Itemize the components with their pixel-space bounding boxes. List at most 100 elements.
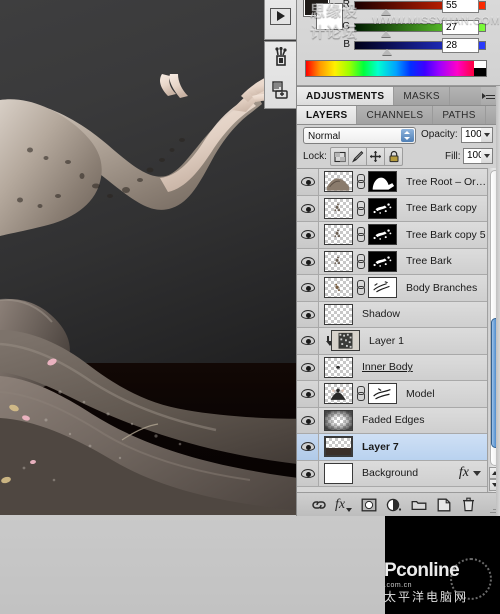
- layer-visibility-toggle[interactable]: [297, 248, 319, 274]
- spectrum-black-swatch[interactable]: [474, 68, 486, 76]
- layer-thumbnail[interactable]: [324, 277, 353, 299]
- layer-visibility-toggle[interactable]: [297, 169, 319, 195]
- link-thumbnails-icon[interactable]: [356, 253, 365, 269]
- layer-thumbnail[interactable]: [324, 436, 353, 458]
- lock-position-button[interactable]: [366, 147, 385, 166]
- color-spectrum-ramp[interactable]: [305, 60, 487, 77]
- tab-masks[interactable]: MASKS: [394, 87, 450, 105]
- table-row[interactable]: Tree Bark copy 5: [297, 222, 487, 249]
- layer-name[interactable]: Background: [353, 467, 459, 479]
- opacity-dropdown-button[interactable]: [481, 127, 493, 143]
- tool-strip-group-top[interactable]: [264, 0, 297, 40]
- layer-name[interactable]: Inner Body: [353, 361, 487, 373]
- new-adjustment-layer-button[interactable]: [381, 494, 406, 516]
- quick-mask-button[interactable]: [265, 42, 296, 74]
- layer-visibility-toggle[interactable]: [297, 434, 319, 460]
- layers-panel[interactable]: Normal Opacity: 100% Lock: Fill: 100% Tr…: [297, 125, 500, 516]
- tab-paths[interactable]: PATHS: [433, 106, 486, 124]
- layer-list[interactable]: Tree Root – Origina...: [297, 168, 500, 492]
- chevron-updown-icon[interactable]: [401, 129, 414, 142]
- table-row[interactable]: Body Branches: [297, 275, 487, 302]
- right-panel-dock[interactable]: R 55 G 27 B 28 ADJUSTMENTS MASKS LAYERS …: [296, 0, 500, 516]
- lock-transparent-pixels-button[interactable]: [330, 147, 349, 166]
- screen-mode-button[interactable]: [265, 74, 296, 106]
- table-row[interactable]: Layer 7: [297, 434, 487, 461]
- layer-thumbnail[interactable]: [324, 462, 353, 484]
- layer-effects-indicator[interactable]: fx: [459, 465, 473, 481]
- layer-visibility-toggle[interactable]: [297, 328, 319, 354]
- layer-name[interactable]: Tree Root – Origina...: [397, 176, 487, 188]
- layer-name[interactable]: Body Branches: [397, 282, 487, 294]
- layer-visibility-toggle[interactable]: [297, 301, 319, 327]
- link-thumbnails-icon[interactable]: [356, 174, 365, 190]
- tab-layers[interactable]: LAYERS: [297, 106, 358, 124]
- table-row[interactable]: Model: [297, 381, 487, 408]
- tab-channels[interactable]: CHANNELS: [357, 106, 434, 124]
- layer-thumbnail[interactable]: [324, 409, 353, 431]
- layer-name[interactable]: Tree Bark copy 5: [397, 229, 487, 241]
- layer-visibility-toggle[interactable]: [297, 381, 319, 407]
- slider-value-r[interactable]: 55: [442, 0, 479, 13]
- layer-name[interactable]: Model: [397, 388, 487, 400]
- slider-value-b[interactable]: 28: [442, 38, 479, 53]
- table-row[interactable]: Faded Edges: [297, 407, 487, 434]
- layer-visibility-toggle[interactable]: [297, 354, 319, 380]
- tool-options-strip[interactable]: [264, 0, 297, 110]
- blend-mode-row[interactable]: Normal Opacity: 100%: [297, 125, 500, 146]
- table-row[interactable]: Tree Bark copy: [297, 195, 487, 222]
- layer-visibility-toggle[interactable]: [297, 275, 319, 301]
- blend-mode-select[interactable]: Normal: [303, 127, 416, 144]
- layer-name[interactable]: Faded Edges: [353, 414, 487, 426]
- fill-dropdown-button[interactable]: [481, 148, 493, 164]
- layer-mask-thumbnail[interactable]: [368, 171, 397, 193]
- table-row[interactable]: Background fx: [297, 460, 487, 487]
- layer-thumbnail[interactable]: [331, 330, 360, 352]
- layer-visibility-toggle[interactable]: [297, 407, 319, 433]
- table-row[interactable]: Tree Root – Origina...: [297, 169, 487, 196]
- layer-thumbnail[interactable]: [324, 250, 353, 272]
- color-slider-g[interactable]: G 27: [297, 20, 500, 37]
- layer-mask-thumbnail[interactable]: [368, 383, 397, 405]
- delete-layer-button[interactable]: [456, 494, 481, 516]
- link-thumbnails-icon[interactable]: [356, 227, 365, 243]
- tab-adjustments[interactable]: ADJUSTMENTS: [297, 87, 395, 105]
- layer-visibility-toggle[interactable]: [297, 222, 319, 248]
- link-layers-button[interactable]: [306, 494, 331, 516]
- color-panel[interactable]: R 55 G 27 B 28: [297, 0, 500, 86]
- layer-thumbnail[interactable]: [324, 356, 353, 378]
- lock-image-pixels-button[interactable]: [348, 147, 367, 166]
- table-row[interactable]: Tree Bark: [297, 248, 487, 275]
- slider-thumb-r[interactable]: [381, 9, 391, 15]
- layer-visibility-toggle[interactable]: [297, 460, 319, 486]
- layer-name[interactable]: Tree Bark copy: [397, 202, 487, 214]
- layer-mask-thumbnail[interactable]: [368, 277, 397, 299]
- slider-value-g[interactable]: 27: [442, 20, 479, 35]
- layer-style-button[interactable]: fx: [331, 494, 356, 516]
- layer-name[interactable]: Layer 1: [360, 335, 487, 347]
- layer-mask-thumbnail[interactable]: [368, 250, 397, 272]
- tool-strip-group-bottom[interactable]: [264, 41, 297, 109]
- layer-name[interactable]: Shadow: [353, 308, 487, 320]
- slider-thumb-g[interactable]: [381, 31, 391, 37]
- new-layer-button[interactable]: [431, 494, 456, 516]
- layer-thumbnail[interactable]: [324, 224, 353, 246]
- slider-thumb-b[interactable]: [382, 49, 392, 55]
- table-row[interactable]: Layer 1: [297, 328, 487, 355]
- chevron-down-icon[interactable]: [473, 470, 481, 476]
- link-thumbnails-icon[interactable]: [356, 386, 365, 402]
- new-group-button[interactable]: [406, 494, 431, 516]
- adjustments-panel-tabbar[interactable]: ADJUSTMENTS MASKS: [297, 86, 500, 106]
- color-slider-b[interactable]: B 28: [297, 38, 500, 55]
- layers-bottom-toolbar[interactable]: fx: [297, 492, 500, 516]
- layer-thumbnail[interactable]: [324, 303, 353, 325]
- layer-name[interactable]: Layer 7: [353, 441, 487, 453]
- layer-thumbnail[interactable]: [324, 197, 353, 219]
- color-slider-r[interactable]: R 55: [297, 0, 500, 15]
- table-row[interactable]: Inner Body: [297, 354, 487, 381]
- layer-visibility-toggle[interactable]: [297, 195, 319, 221]
- layer-mask-thumbnail[interactable]: [368, 224, 397, 246]
- layer-thumbnail[interactable]: [324, 383, 353, 405]
- table-row[interactable]: Shadow: [297, 301, 487, 328]
- layers-panel-tabbar[interactable]: LAYERS CHANNELS PATHS: [297, 105, 500, 125]
- link-thumbnails-icon[interactable]: [356, 280, 365, 296]
